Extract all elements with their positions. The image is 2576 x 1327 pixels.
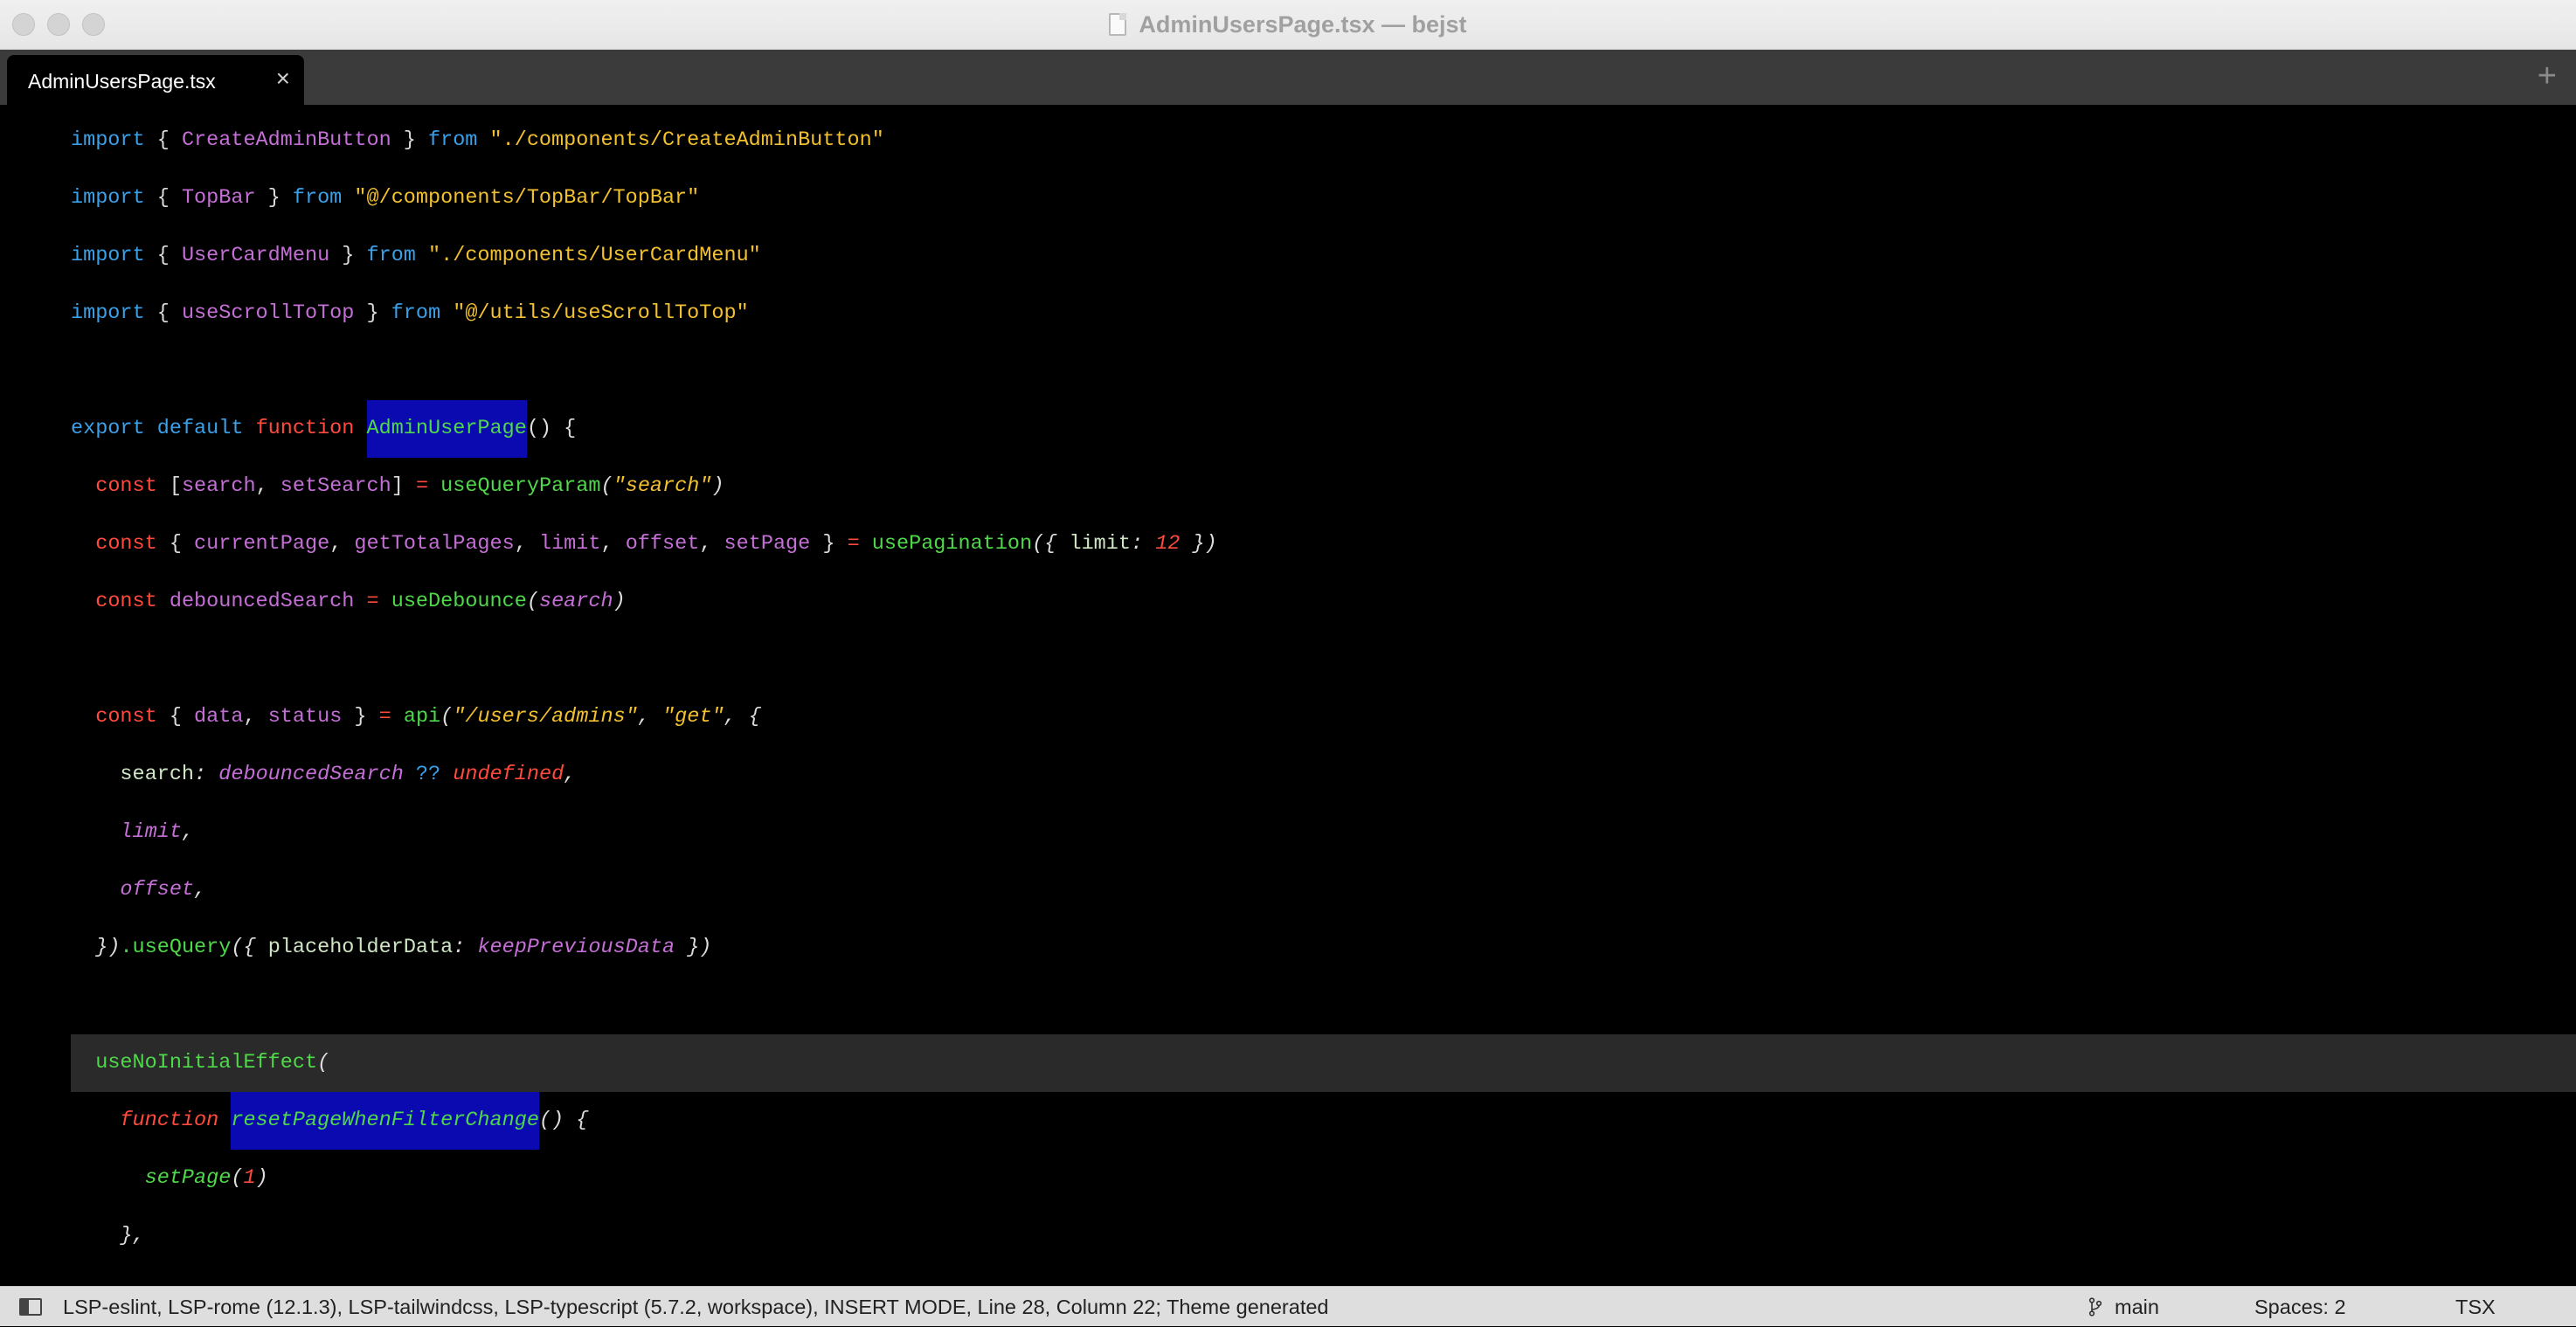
code-line: import { useScrollToTop } from "@/utils/… (71, 301, 749, 325)
code-line: import { UserCardMenu } from "./componen… (71, 244, 761, 267)
document-icon (1109, 13, 1127, 36)
selection-highlight: AdminUserPage (366, 400, 527, 458)
tab-bar: AdminUsersPage.tsx × + (0, 50, 2576, 105)
code-line: const { data, status } = api("/users/adm… (95, 705, 761, 729)
window-title: AdminUsersPage.tsx — bejst (1139, 10, 1467, 38)
code-line: const { currentPage, getTotalPages, limi… (95, 532, 1217, 556)
tab-label: AdminUsersPage.tsx (28, 70, 216, 93)
code-line: }, (120, 1224, 145, 1248)
tab-adminuserspage[interactable]: AdminUsersPage.tsx × (7, 55, 304, 105)
code-line: limit, (120, 820, 195, 844)
code-line: import { TopBar } from "@/components/Top… (71, 186, 700, 210)
indentation-setting[interactable]: Spaces: 2 (2254, 1287, 2346, 1327)
code-editor[interactable]: import { CreateAdminButton } from "./com… (0, 105, 2576, 1286)
branch-name[interactable]: main (2115, 1287, 2159, 1327)
new-tab-icon[interactable]: + (2538, 59, 2557, 93)
close-icon[interactable]: × (276, 66, 290, 91)
code-line: export default function AdminUserPage() … (71, 400, 576, 458)
code-line: offset, (120, 878, 207, 902)
selection-highlight: resetPageWhenFilterChange (231, 1092, 539, 1150)
code-line: const debouncedSearch = useDebounce(sear… (95, 590, 626, 613)
status-bar: LSP-eslint, LSP-rome (12.1.3), LSP-tailw… (0, 1286, 2576, 1326)
status-text: LSP-eslint, LSP-rome (12.1.3), LSP-tailw… (63, 1296, 1329, 1318)
code-line: import { CreateAdminButton } from "./com… (71, 128, 884, 152)
code-line: const [search, setSearch] = useQueryPara… (95, 474, 724, 498)
current-code-line: useNoInitialEffect( (71, 1034, 2576, 1092)
title-bar: AdminUsersPage.tsx — bejst (0, 0, 2576, 50)
code-line: search: debouncedSearch ?? undefined, (120, 763, 577, 786)
git-branch-icon (2088, 1297, 2102, 1317)
sidebar-toggle-icon[interactable] (19, 1298, 42, 1316)
code-line: }).useQuery({ placeholderData: keepPrevi… (95, 936, 712, 959)
code-line: function resetPageWhenFilterChange() { (71, 1092, 588, 1150)
code-line: setPage(1) (144, 1166, 268, 1190)
syntax-selector[interactable]: TSX (2455, 1287, 2496, 1327)
